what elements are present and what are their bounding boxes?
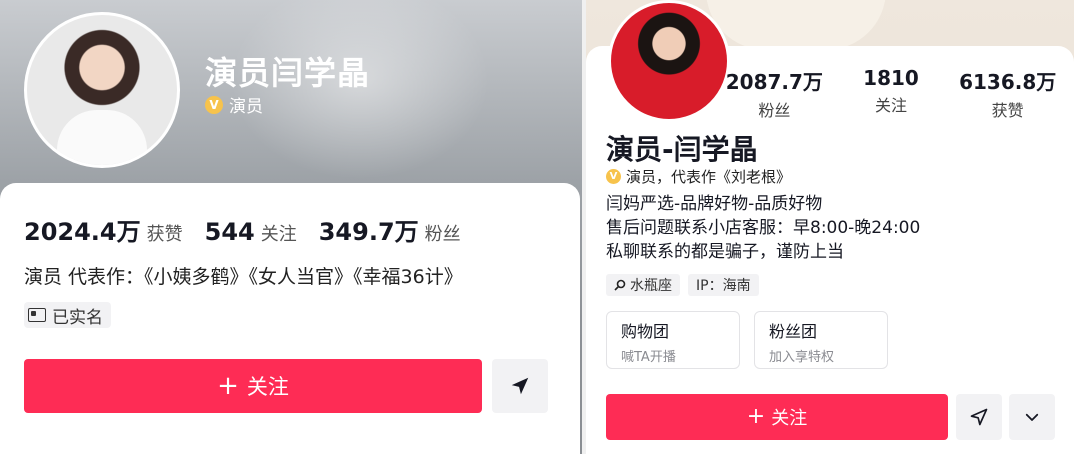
- profile-name: 演员-闫学晶: [606, 133, 758, 166]
- stat-likes[interactable]: 2024.4万 获赞: [24, 212, 183, 247]
- tag-ip: IP：海南: [688, 274, 759, 296]
- box-subtitle: 喊TA开播: [621, 350, 676, 365]
- stat-number: 2087.7万: [725, 70, 823, 94]
- stat-following[interactable]: 1810 关注: [833, 66, 950, 121]
- tag-text: 水瓶座: [630, 278, 672, 294]
- tag-zodiac[interactable]: 水瓶座: [606, 274, 680, 296]
- right-profile: 2087.7万 粉丝 1810 关注 6136.8万 获赞 演员-闫学晶 V 演…: [586, 0, 1074, 454]
- stats-row: 2024.4万 获赞 544 关注 349.7万 粉丝: [24, 212, 483, 247]
- avatar[interactable]: [24, 12, 180, 168]
- stat-followers[interactable]: 349.7万 粉丝: [319, 212, 461, 247]
- verified-icon: V: [205, 95, 223, 114]
- bio-line: 私聊联系的都是骗子，谨防上当: [606, 242, 844, 262]
- bio-line: 售后问题联系小店客服：早8:00-晚24:00: [606, 218, 921, 238]
- verified-text: 演员，代表作《刘老根》: [626, 168, 792, 186]
- stat-number: 1810: [863, 66, 919, 90]
- send-icon: [970, 408, 988, 426]
- entry-boxes: 购物团 喊TA开播 粉丝团 加入享特权: [606, 311, 888, 369]
- stat-number: 544: [204, 218, 255, 246]
- follow-label: 关注: [246, 375, 289, 399]
- realname-badge: 已实名: [24, 302, 111, 328]
- share-button[interactable]: [492, 359, 548, 413]
- tag-row: 水瓶座 IP：海南: [606, 274, 759, 296]
- bio: 演员 代表作：《小姨多鹤》《女人当官》《幸福36计》: [24, 266, 463, 288]
- more-button[interactable]: [1009, 394, 1055, 440]
- plus-icon: +: [217, 371, 239, 401]
- fan-group-card[interactable]: 粉丝团 加入享特权: [754, 311, 888, 369]
- verified-label: 演员: [229, 97, 263, 117]
- stat-followers[interactable]: 2087.7万 粉丝: [716, 66, 833, 121]
- follow-label: 关注: [771, 408, 808, 429]
- stat-label: 关注: [260, 224, 297, 245]
- follow-button[interactable]: + 关注: [24, 359, 482, 413]
- stat-label: 关注: [875, 96, 908, 115]
- stat-number: 6136.8万: [959, 70, 1057, 94]
- bio-line: 闫妈严选-品牌好物-品质好物: [606, 194, 823, 214]
- id-card-icon: [28, 308, 46, 322]
- profile-name: 演员闫学晶: [205, 54, 371, 92]
- stat-label: 获赞: [146, 224, 183, 245]
- tag-text: IP：海南: [696, 278, 751, 294]
- share-button[interactable]: [956, 394, 1002, 440]
- box-title: 购物团: [621, 322, 670, 341]
- bio: 闫妈严选-品牌好物-品质好物 售后问题联系小店客服：早8:00-晚24:00 私…: [606, 192, 920, 264]
- stat-label: 粉丝: [424, 224, 461, 245]
- box-subtitle: 加入享特权: [769, 350, 835, 365]
- stat-label: 粉丝: [758, 101, 791, 120]
- left-profile: 演员闫学晶 V 演员 2024.4万 获赞 544 关注 349.7万 粉丝 演…: [0, 0, 582, 454]
- stat-number: 2024.4万: [24, 218, 141, 246]
- screenshot-root: 演员闫学晶 V 演员 2024.4万 获赞 544 关注 349.7万 粉丝 演…: [0, 0, 1074, 454]
- send-icon: [511, 377, 529, 395]
- box-title: 粉丝团: [769, 322, 818, 341]
- shopping-group-card[interactable]: 购物团 喊TA开播: [606, 311, 740, 369]
- verified-icon: V: [606, 169, 621, 184]
- stat-number: 349.7万: [318, 218, 419, 246]
- realname-label: 已实名: [52, 307, 103, 328]
- verified-row: V 演员: [205, 92, 263, 117]
- stats-row: 2087.7万 粉丝 1810 关注 6136.8万 获赞: [716, 66, 1066, 121]
- verified-row: V 演员，代表作《刘老根》: [606, 166, 791, 187]
- chevron-down-icon: [1025, 413, 1039, 421]
- follow-button[interactable]: + 关注: [606, 394, 948, 440]
- avatar[interactable]: [608, 0, 730, 122]
- stat-label: 获赞: [991, 101, 1024, 120]
- search-icon: [614, 279, 626, 291]
- stat-likes[interactable]: 6136.8万 获赞: [949, 66, 1066, 121]
- header-background: [706, 0, 886, 50]
- stat-following[interactable]: 544 关注: [205, 218, 297, 246]
- plus-icon: +: [746, 404, 766, 429]
